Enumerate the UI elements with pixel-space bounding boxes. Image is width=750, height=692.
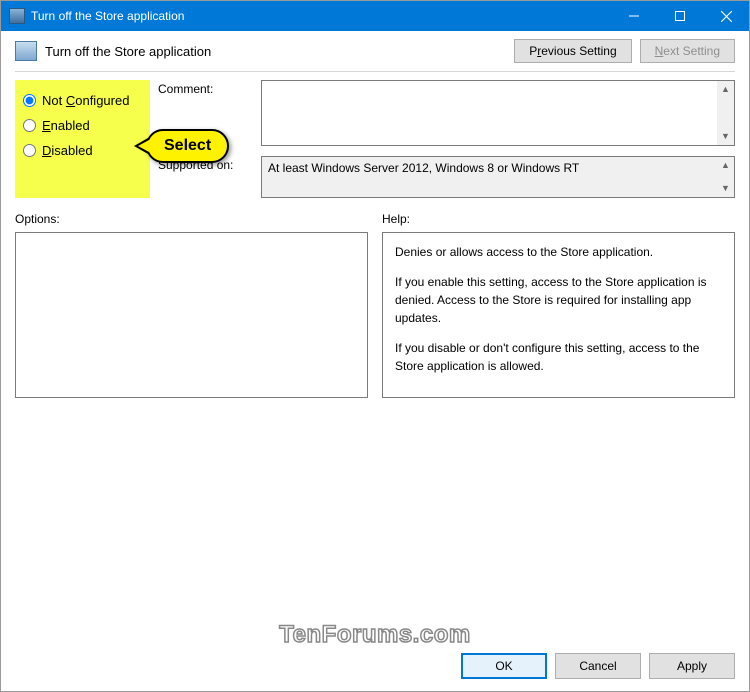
- supported-row: Supported on: At least Windows Server 20…: [158, 156, 735, 198]
- state-radio-group: Not Configured Enabled Disabled: [15, 80, 150, 198]
- radio-not-configured-input[interactable]: [23, 94, 36, 107]
- titlebar: Turn off the Store application: [1, 1, 749, 31]
- radio-enabled[interactable]: Enabled: [19, 113, 146, 138]
- window-controls: [611, 1, 749, 31]
- supported-scroll: ▲▼: [717, 157, 734, 197]
- policy-title: Turn off the Store application: [45, 44, 506, 59]
- supported-value: At least Windows Server 2012, Windows 8 …: [268, 161, 579, 175]
- toolbar: Turn off the Store application Previous …: [1, 31, 749, 67]
- annotation-bubble: Select: [146, 129, 229, 163]
- window-title: Turn off the Store application: [31, 9, 611, 23]
- comment-textbox[interactable]: ▲▼: [261, 80, 735, 146]
- radio-not-configured[interactable]: Not Configured: [19, 88, 146, 113]
- help-panel: Denies or allows access to the Store app…: [382, 232, 735, 398]
- close-button[interactable]: [703, 1, 749, 31]
- scroll-up-icon: ▲: [717, 157, 734, 174]
- window-icon: [9, 8, 25, 24]
- options-panel: [15, 232, 368, 398]
- cancel-button[interactable]: Cancel: [555, 653, 641, 679]
- options-column: Options:: [15, 212, 368, 398]
- radio-disabled[interactable]: Disabled: [19, 138, 146, 163]
- help-column: Help: Denies or allows access to the Sto…: [382, 212, 735, 398]
- comment-row: Comment: ▲▼: [158, 80, 735, 146]
- scroll-up-icon[interactable]: ▲: [717, 81, 734, 98]
- ok-button[interactable]: OK: [461, 653, 547, 679]
- scroll-down-icon: ▼: [717, 180, 734, 197]
- help-paragraph: If you disable or don't configure this s…: [395, 339, 722, 375]
- annotation-callout: Select: [146, 129, 229, 163]
- help-label: Help:: [382, 212, 735, 226]
- options-label: Options:: [15, 212, 368, 226]
- fields-area: Comment: ▲▼ Supported on: At least Windo…: [158, 80, 735, 198]
- footer: OK Cancel Apply: [1, 643, 749, 691]
- help-paragraph: Denies or allows access to the Store app…: [395, 243, 722, 261]
- previous-setting-button[interactable]: Previous Setting: [514, 39, 631, 63]
- upper-area: Not Configured Enabled Disabled Comment:…: [1, 76, 749, 198]
- minimize-button[interactable]: [611, 1, 657, 31]
- scroll-down-icon[interactable]: ▼: [717, 128, 734, 145]
- radio-enabled-input[interactable]: [23, 119, 36, 132]
- supported-textbox: At least Windows Server 2012, Windows 8 …: [261, 156, 735, 198]
- lower-area: Options: Help: Denies or allows access t…: [1, 198, 749, 398]
- next-setting-button[interactable]: Next Setting: [640, 39, 735, 63]
- policy-icon: [15, 41, 37, 61]
- radio-disabled-input[interactable]: [23, 144, 36, 157]
- comment-scroll[interactable]: ▲▼: [717, 81, 734, 145]
- apply-button[interactable]: Apply: [649, 653, 735, 679]
- help-paragraph: If you enable this setting, access to th…: [395, 273, 722, 327]
- maximize-button[interactable]: [657, 1, 703, 31]
- divider: [15, 71, 735, 72]
